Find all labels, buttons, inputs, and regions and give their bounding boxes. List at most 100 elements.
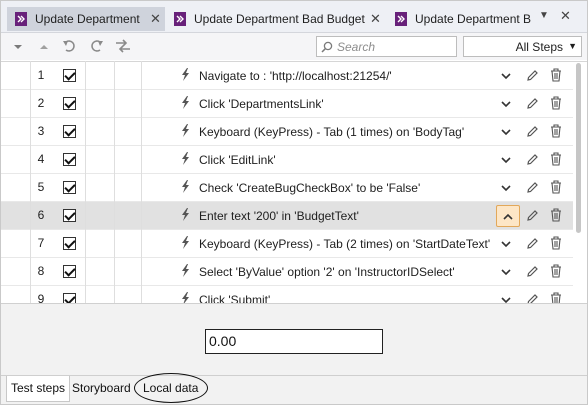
pencil-icon[interactable] (526, 293, 539, 303)
tab-storyboard[interactable]: Storyboard (72, 381, 131, 395)
move-up-icon[interactable] (35, 38, 53, 56)
chevron-down-icon[interactable] (501, 69, 511, 83)
highlight-annotation (134, 373, 208, 403)
action-bolt-icon (181, 208, 190, 224)
trash-icon[interactable] (550, 68, 562, 85)
move-down-icon[interactable] (9, 38, 27, 56)
pencil-icon[interactable] (526, 237, 539, 253)
tab-list-dropdown-icon[interactable]: ▼ (539, 10, 549, 21)
step-number: 7 (37, 236, 45, 250)
tab-label: Update Department Bad Budget (194, 12, 365, 26)
step-enabled-checkbox[interactable] (63, 181, 76, 194)
step-number: 1 (37, 68, 45, 82)
redo-icon[interactable] (87, 37, 105, 55)
chevron-down-icon[interactable] (501, 265, 511, 279)
vertical-scrollbar[interactable] (576, 63, 581, 233)
step-description: Click 'EditLink' (199, 153, 276, 167)
step-row[interactable]: 7 Keyboard (KeyPress) - Tab (2 times) on … (1, 230, 573, 258)
chevron-down-icon: ▼ (568, 41, 577, 51)
step-number: 6 (37, 208, 45, 222)
chevron-down-icon[interactable] (501, 237, 511, 251)
step-row[interactable]: 6 Enter text '200' in 'BudgetText' (1, 202, 573, 230)
step-number: 3 (37, 124, 45, 138)
step-number: 4 (37, 152, 45, 166)
trash-icon[interactable] (550, 124, 562, 141)
chevron-up-icon[interactable] (496, 205, 520, 227)
pencil-icon[interactable] (526, 265, 539, 281)
close-icon[interactable]: ✕ (560, 8, 571, 24)
step-row[interactable]: 3 Keyboard (KeyPress) - Tab (1 times) on … (1, 118, 573, 146)
test-file-icon (174, 12, 186, 26)
pencil-icon[interactable] (526, 181, 539, 197)
action-bolt-icon (181, 124, 190, 140)
step-row[interactable]: 4 Click 'EditLink' (1, 146, 573, 174)
close-icon[interactable]: ✕ (150, 11, 161, 27)
step-description: Click 'DepartmentsLink' (199, 97, 324, 111)
action-bolt-icon (181, 152, 190, 168)
step-enabled-checkbox[interactable] (63, 125, 76, 138)
close-icon[interactable]: ✕ (370, 11, 381, 27)
step-enabled-checkbox[interactable] (63, 237, 76, 250)
trash-icon[interactable] (550, 208, 562, 225)
steps-filter-value: All Steps (515, 39, 563, 54)
step-row[interactable]: 5 Check 'CreateBugCheckBox' to be 'False' (1, 174, 573, 202)
step-number: 2 (37, 96, 45, 110)
trash-icon[interactable] (550, 264, 562, 281)
trash-icon[interactable] (550, 292, 562, 303)
tab-label: Update Department Ba (415, 12, 531, 26)
chevron-down-icon[interactable] (501, 153, 511, 167)
trash-icon[interactable] (550, 96, 562, 113)
chevron-down-icon[interactable] (501, 97, 511, 111)
chevron-down-icon[interactable] (501, 293, 511, 303)
chevron-down-icon[interactable] (501, 125, 511, 139)
search-placeholder: Search (337, 39, 376, 54)
trash-icon[interactable] (550, 236, 562, 253)
window: Update Department ✕ Update Department Ba… (0, 0, 588, 405)
reorder-icon[interactable] (114, 37, 132, 55)
tab-update-department-ba[interactable]: Update Department Ba (387, 7, 531, 31)
pencil-icon[interactable] (526, 209, 539, 225)
undo-icon[interactable] (61, 37, 79, 55)
step-row[interactable]: 8 Select 'ByValue' option '2' on 'Instruc… (1, 258, 573, 286)
step-row[interactable]: 1 Navigate to : 'http://localhost:21254/' (1, 62, 573, 90)
pencil-icon[interactable] (526, 153, 539, 169)
step-description: Click 'Submit' (199, 293, 271, 303)
tab-update-department-bad-budget[interactable]: Update Department Bad Budget ✕ (166, 7, 386, 31)
step-description: Keyboard (KeyPress) - Tab (2 times) on '… (199, 237, 491, 251)
column-divider (30, 61, 31, 303)
step-enabled-checkbox[interactable] (63, 209, 76, 222)
pencil-icon[interactable] (526, 69, 539, 85)
step-enabled-checkbox[interactable] (63, 293, 76, 303)
step-row[interactable]: 2 Click 'DepartmentsLink' (1, 90, 573, 118)
step-description: Enter text '200' in 'BudgetText' (199, 209, 359, 223)
trash-icon[interactable] (550, 180, 562, 197)
step-row[interactable]: 9 Click 'Submit' (1, 286, 573, 303)
trash-icon[interactable] (550, 152, 562, 169)
column-divider (85, 61, 86, 303)
local-data-value-input[interactable]: 0.00 (205, 329, 383, 354)
tab-test-steps[interactable]: Test steps (6, 376, 71, 402)
bottom-tab-strip: Test steps Storyboard Local data (1, 375, 587, 404)
step-description: Select 'ByValue' option '2' on 'Instruct… (199, 265, 455, 279)
action-bolt-icon (181, 236, 190, 252)
action-bolt-icon (181, 180, 190, 196)
action-bolt-icon (181, 292, 190, 303)
pencil-icon[interactable] (526, 125, 539, 141)
tab-update-department[interactable]: Update Department ✕ (7, 7, 165, 31)
pencil-icon[interactable] (526, 97, 539, 113)
chevron-down-icon[interactable] (501, 181, 511, 195)
step-enabled-checkbox[interactable] (63, 153, 76, 166)
test-steps-list: 1 Navigate to : 'http://localhost:21254/'… (1, 61, 587, 303)
search-input[interactable]: Search (316, 36, 457, 57)
action-bolt-icon (181, 264, 190, 280)
tab-label: Update Department (35, 12, 140, 26)
steps-filter-dropdown[interactable]: All Steps ▼ (463, 36, 582, 57)
column-divider (141, 61, 142, 303)
test-file-icon (395, 12, 407, 26)
step-enabled-checkbox[interactable] (63, 265, 76, 278)
search-icon (321, 41, 333, 53)
step-description: Keyboard (KeyPress) - Tab (1 times) on '… (199, 125, 465, 139)
test-file-icon (15, 12, 27, 26)
step-enabled-checkbox[interactable] (63, 97, 76, 110)
step-enabled-checkbox[interactable] (63, 69, 76, 82)
